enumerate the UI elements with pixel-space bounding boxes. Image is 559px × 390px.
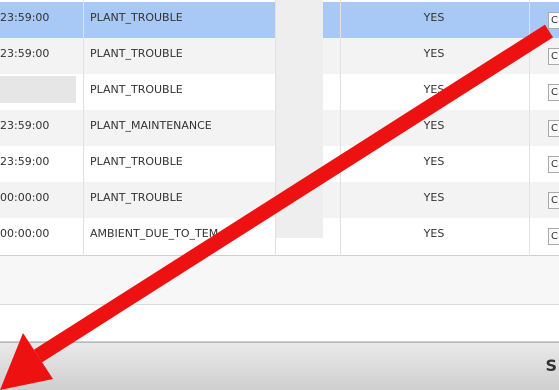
column-divider <box>275 0 276 256</box>
reason-cell: AMBIENT_DUE_TO_TEM <box>90 227 219 240</box>
time-cell: 23:59:00 <box>0 47 50 60</box>
text-input-band[interactable] <box>0 304 559 342</box>
row-action-button[interactable]: C <box>548 120 559 137</box>
empty-column-block <box>275 0 323 238</box>
time-cell[interactable] <box>0 74 80 110</box>
row-action-cell: C <box>548 74 559 110</box>
flag-cell: YES <box>423 119 445 132</box>
row-action-button[interactable]: C <box>548 84 559 101</box>
reason-cell: PLANT_TROUBLE <box>90 83 183 96</box>
row-action-cell: C <box>548 38 559 74</box>
time-cell: 23:59:00 <box>0 119 50 132</box>
footer-bar: S <box>0 342 559 390</box>
reason-cell: PLANT_MAINTENANCE <box>90 119 212 132</box>
time-cell: 23:59:00 <box>0 11 50 24</box>
column-divider <box>529 0 530 256</box>
row-action-button[interactable]: C <box>548 48 559 65</box>
empty-time-input[interactable] <box>0 76 76 103</box>
reason-cell: PLANT_TROUBLE <box>90 191 183 204</box>
row-action-button[interactable]: C <box>548 192 559 209</box>
flag-cell: YES <box>423 47 445 60</box>
flag-cell: YES <box>423 227 445 240</box>
row-action-cell: C <box>548 218 559 254</box>
flag-cell: YES <box>423 191 445 204</box>
grid-empty-area <box>0 256 559 304</box>
reason-cell: PLANT_TROUBLE <box>90 155 183 168</box>
row-action-cell: C <box>548 2 559 38</box>
column-divider <box>340 0 341 256</box>
reason-cell: PLANT_TROUBLE <box>90 11 183 24</box>
reason-cell: PLANT_TROUBLE <box>90 47 183 60</box>
time-cell: 00:00:00 <box>0 227 50 240</box>
footer-edge-label: S <box>545 356 557 375</box>
time-cell: 00:00:00 <box>0 191 50 204</box>
row-action-button[interactable]: C <box>548 156 559 173</box>
flag-cell: YES <box>423 155 445 168</box>
row-action-cell: C <box>548 182 559 218</box>
row-action-button[interactable]: C <box>548 12 559 29</box>
row-action-cell: C <box>548 146 559 182</box>
data-grid: 23:59:00 PLANT_TROUBLE YES C 23:59:00 PL… <box>0 0 559 256</box>
column-divider <box>83 0 84 256</box>
flag-cell: YES <box>423 11 445 24</box>
row-action-button[interactable]: C <box>548 228 559 245</box>
flag-cell: YES <box>423 83 445 96</box>
time-cell: 23:59:00 <box>0 155 50 168</box>
row-action-cell: C <box>548 110 559 146</box>
